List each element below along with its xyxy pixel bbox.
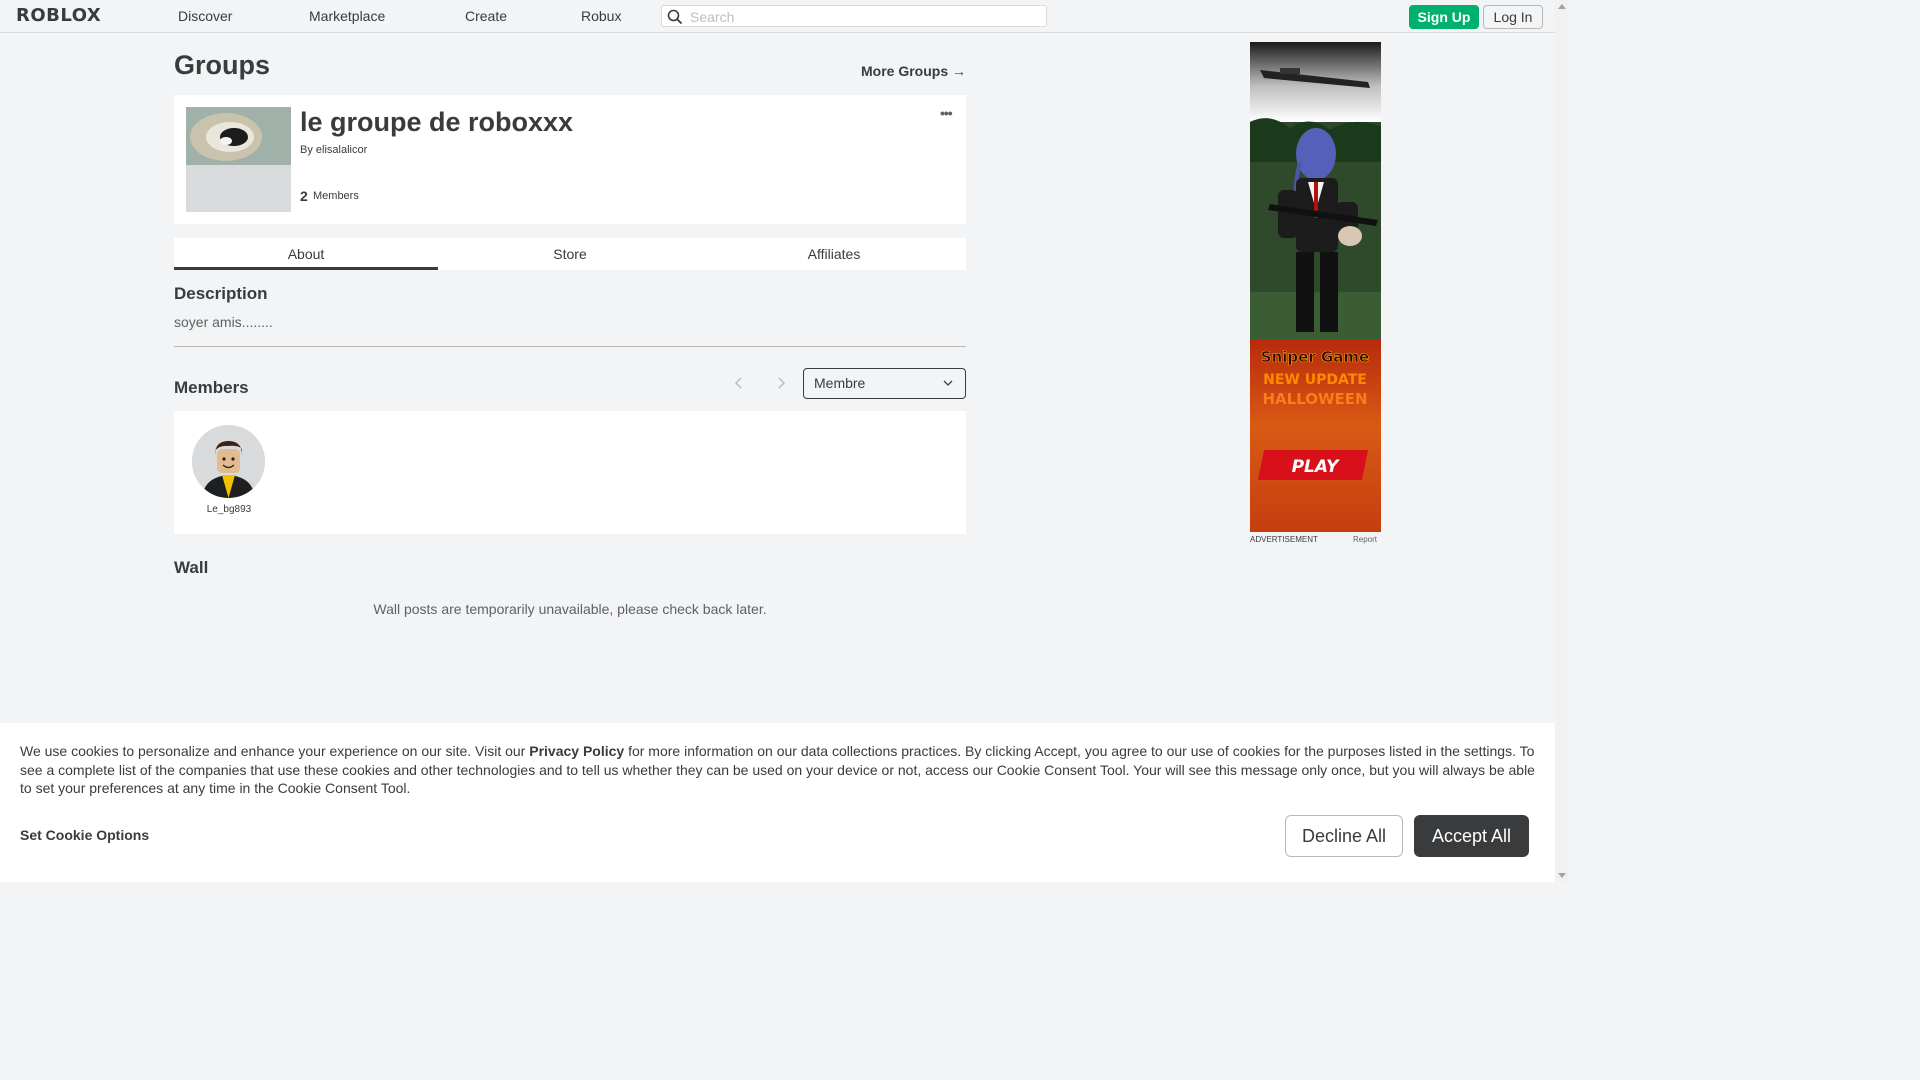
chevron-down-icon <box>943 380 953 386</box>
cookie-consent-banner: We use cookies to personalize and enhanc… <box>0 723 1555 882</box>
nav-robux[interactable]: Robux <box>581 8 621 24</box>
ellipsis-icon[interactable]: ••• <box>940 105 953 121</box>
cookie-consent-text: We use cookies to personalize and enhanc… <box>20 742 1535 798</box>
avatar[interactable] <box>192 425 265 498</box>
member-username[interactable]: Le_bg893 <box>192 504 266 515</box>
roblox-logo[interactable]: ROBLOX <box>16 5 101 26</box>
advertisement-banner[interactable]: Sniper Game NEW UPDATE HALLOWEEN PLAY <box>1250 42 1381 532</box>
wall-unavailable-message: Wall posts are temporarily unavailable, … <box>373 601 767 617</box>
tab-about[interactable]: About <box>174 238 438 270</box>
scroll-up-arrow-icon[interactable] <box>1558 4 1566 9</box>
nav-marketplace[interactable]: Marketplace <box>309 8 385 24</box>
nav-discover[interactable]: Discover <box>178 8 232 24</box>
search-input[interactable] <box>688 7 1042 27</box>
accept-all-button[interactable]: Accept All <box>1414 815 1529 857</box>
role-select-value: Membre <box>814 375 866 391</box>
set-cookie-options-link[interactable]: Set Cookie Options <box>20 827 149 843</box>
group-emblem-image <box>186 107 291 212</box>
next-page-icon[interactable] <box>776 376 786 393</box>
decline-all-button[interactable]: Decline All <box>1285 815 1403 857</box>
ad-subheadline: NEW UPDATE <box>1263 372 1367 388</box>
advertisement-label: ADVERTISEMENT <box>1250 535 1318 544</box>
top-navigation-bar: ROBLOX Discover Marketplace Create Robux… <box>0 0 1555 33</box>
ad-play-button[interactable]: PLAY <box>1292 457 1340 477</box>
page-scrollbar[interactable] <box>1555 0 1568 882</box>
group-tabs: About Store Affiliates <box>174 238 966 270</box>
tab-store[interactable]: Store <box>438 238 702 270</box>
members-heading: Members <box>174 378 249 397</box>
group-name: le groupe de roboxxx <box>300 107 574 137</box>
group-header-card: le groupe de roboxxx By elisalalicor 2 M… <box>174 95 966 224</box>
description-heading: Description <box>174 284 268 303</box>
members-list: Le_bg893 <box>174 411 966 534</box>
group-owner-link[interactable]: elisalalicor <box>316 144 367 156</box>
group-description: soyer amis........ <box>174 314 273 330</box>
role-select-dropdown[interactable]: Membre <box>803 368 966 399</box>
ad-report-link[interactable]: Report <box>1353 535 1377 544</box>
member-card[interactable]: Le_bg893 <box>192 425 266 515</box>
sign-up-button[interactable]: Sign Up <box>1409 5 1479 29</box>
search-icon[interactable] <box>667 9 683 25</box>
tab-affiliates[interactable]: Affiliates <box>702 238 966 270</box>
search-box <box>661 5 1047 27</box>
previous-page-icon[interactable] <box>734 376 744 393</box>
wall-heading: Wall <box>174 558 209 577</box>
ad-event: HALLOWEEN <box>1262 390 1367 408</box>
scroll-down-arrow-icon[interactable] <box>1558 873 1566 878</box>
more-groups-link[interactable]: More Groups → <box>861 63 966 79</box>
ad-headline: Sniper Game <box>1261 348 1369 366</box>
page-title: Groups <box>174 50 271 80</box>
log-in-button[interactable]: Log In <box>1483 5 1543 29</box>
by-prefix: By <box>300 144 313 156</box>
member-count: 2 <box>300 188 308 204</box>
member-count-label: Members <box>313 190 359 202</box>
privacy-policy-link[interactable]: Privacy Policy <box>529 743 624 759</box>
nav-create[interactable]: Create <box>465 8 507 24</box>
cookie-text-intro: We use cookies to personalize and enhanc… <box>20 743 530 759</box>
section-divider <box>174 346 966 347</box>
group-owner-line: By elisalalicor <box>300 144 367 156</box>
